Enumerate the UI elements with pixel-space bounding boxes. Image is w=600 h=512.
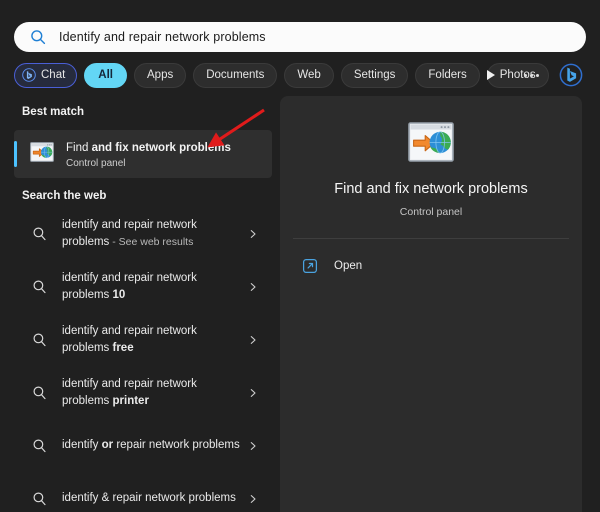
more-options-icon[interactable] — [518, 62, 544, 88]
preview-panel: Find and fix network problems Control pa… — [280, 96, 582, 512]
bing-copilot-icon[interactable] — [558, 62, 584, 88]
web-result-bold: 10 — [113, 289, 126, 301]
web-result-item[interactable]: identify and repair network problems - S… — [14, 207, 272, 260]
search-the-web-heading: Search the web — [0, 190, 106, 202]
tab-settings[interactable]: Settings — [341, 63, 409, 88]
tab-all-label: All — [98, 69, 113, 81]
chevron-right-icon[interactable] — [248, 335, 258, 345]
tab-chat-label: Chat — [41, 69, 65, 81]
chevron-right-icon[interactable] — [248, 441, 258, 451]
search-icon — [32, 279, 48, 295]
open-button-label: Open — [334, 260, 362, 272]
tab-apps-label: Apps — [147, 69, 173, 81]
web-result-label: identify and repair network problems - S… — [62, 217, 248, 251]
tab-web-label: Web — [297, 69, 320, 81]
web-result-suffix: - See web results — [109, 236, 193, 248]
tab-folders-label: Folders — [428, 69, 466, 81]
web-results-list: identify and repair network problems - S… — [14, 207, 272, 512]
best-match-text: Find and fix network problems Control pa… — [66, 138, 231, 170]
best-match-title: Find and fix network problems — [66, 142, 231, 154]
tab-apps[interactable]: Apps — [134, 63, 186, 88]
best-match-row[interactable]: Find and fix network problems Control pa… — [14, 130, 272, 178]
tab-settings-label: Settings — [354, 69, 396, 81]
search-icon — [32, 385, 48, 401]
web-result-item[interactable]: identify or repair network problems — [14, 419, 272, 472]
preview-subtitle: Control panel — [280, 206, 582, 218]
web-result-item[interactable]: identify and repair network problems 10 — [14, 260, 272, 313]
preview-title: Find and fix network problems — [280, 181, 582, 197]
best-match-subtitle: Control panel — [66, 157, 231, 170]
search-icon — [32, 491, 48, 507]
search-input[interactable] — [59, 30, 574, 44]
forward-arrow-icon[interactable] — [478, 62, 504, 88]
best-match-heading: Best match — [0, 106, 84, 118]
tab-chat[interactable]: Chat — [14, 63, 77, 88]
web-result-item[interactable]: identify and repair network problems pri… — [14, 366, 272, 419]
search-icon — [32, 332, 48, 348]
windows-search-flyout: Chat All Apps Documents Web Settings Fol… — [0, 0, 600, 512]
chevron-right-icon[interactable] — [248, 229, 258, 239]
tab-documents-label: Documents — [206, 69, 264, 81]
search-icon — [32, 438, 48, 454]
chevron-right-icon[interactable] — [248, 388, 258, 398]
web-result-label: identify and repair network problems 10 — [62, 270, 248, 304]
web-result-item[interactable]: identify and repair network problems fre… — [14, 313, 272, 366]
web-result-prefix: identify & repair network problems — [62, 492, 236, 504]
selection-accent-bar — [14, 141, 17, 167]
bm-title-part-4: network problems — [132, 142, 231, 154]
web-result-bold: free — [113, 342, 134, 354]
tab-folders[interactable]: Folders — [415, 63, 479, 88]
open-external-icon — [302, 258, 318, 274]
web-result-bold: or — [102, 439, 114, 451]
web-result-suffix-plain: repair network problems — [113, 439, 240, 451]
filter-tabs: Chat All Apps Documents Web Settings Fol… — [14, 62, 549, 88]
search-bar[interactable] — [14, 22, 586, 52]
bing-chat-icon — [22, 68, 36, 82]
bm-title-part-1: Find — [66, 142, 92, 154]
network-troubleshooter-icon — [408, 122, 454, 162]
web-result-item[interactable]: identify & repair network problems — [14, 472, 272, 512]
web-result-label: identify or repair network problems — [62, 437, 248, 454]
chevron-right-icon[interactable] — [248, 282, 258, 292]
search-icon — [32, 226, 48, 242]
chevron-right-icon[interactable] — [248, 494, 258, 504]
web-result-bold: printer — [113, 395, 149, 407]
network-troubleshooter-icon — [30, 142, 54, 167]
bm-title-part-2: and fix — [92, 142, 129, 154]
web-result-label: identify and repair network problems pri… — [62, 376, 248, 410]
open-button[interactable]: Open — [293, 251, 569, 281]
web-result-label: identify & repair network problems — [62, 490, 248, 507]
web-result-prefix: identify and repair network problems — [62, 272, 197, 301]
tab-documents[interactable]: Documents — [193, 63, 277, 88]
tabs-overflow-controls — [478, 62, 584, 88]
web-result-prefix: identify — [62, 439, 102, 451]
tab-all[interactable]: All — [84, 63, 127, 88]
web-result-label: identify and repair network problems fre… — [62, 323, 248, 357]
divider — [293, 238, 569, 239]
tab-web[interactable]: Web — [284, 63, 333, 88]
search-icon — [30, 29, 46, 45]
